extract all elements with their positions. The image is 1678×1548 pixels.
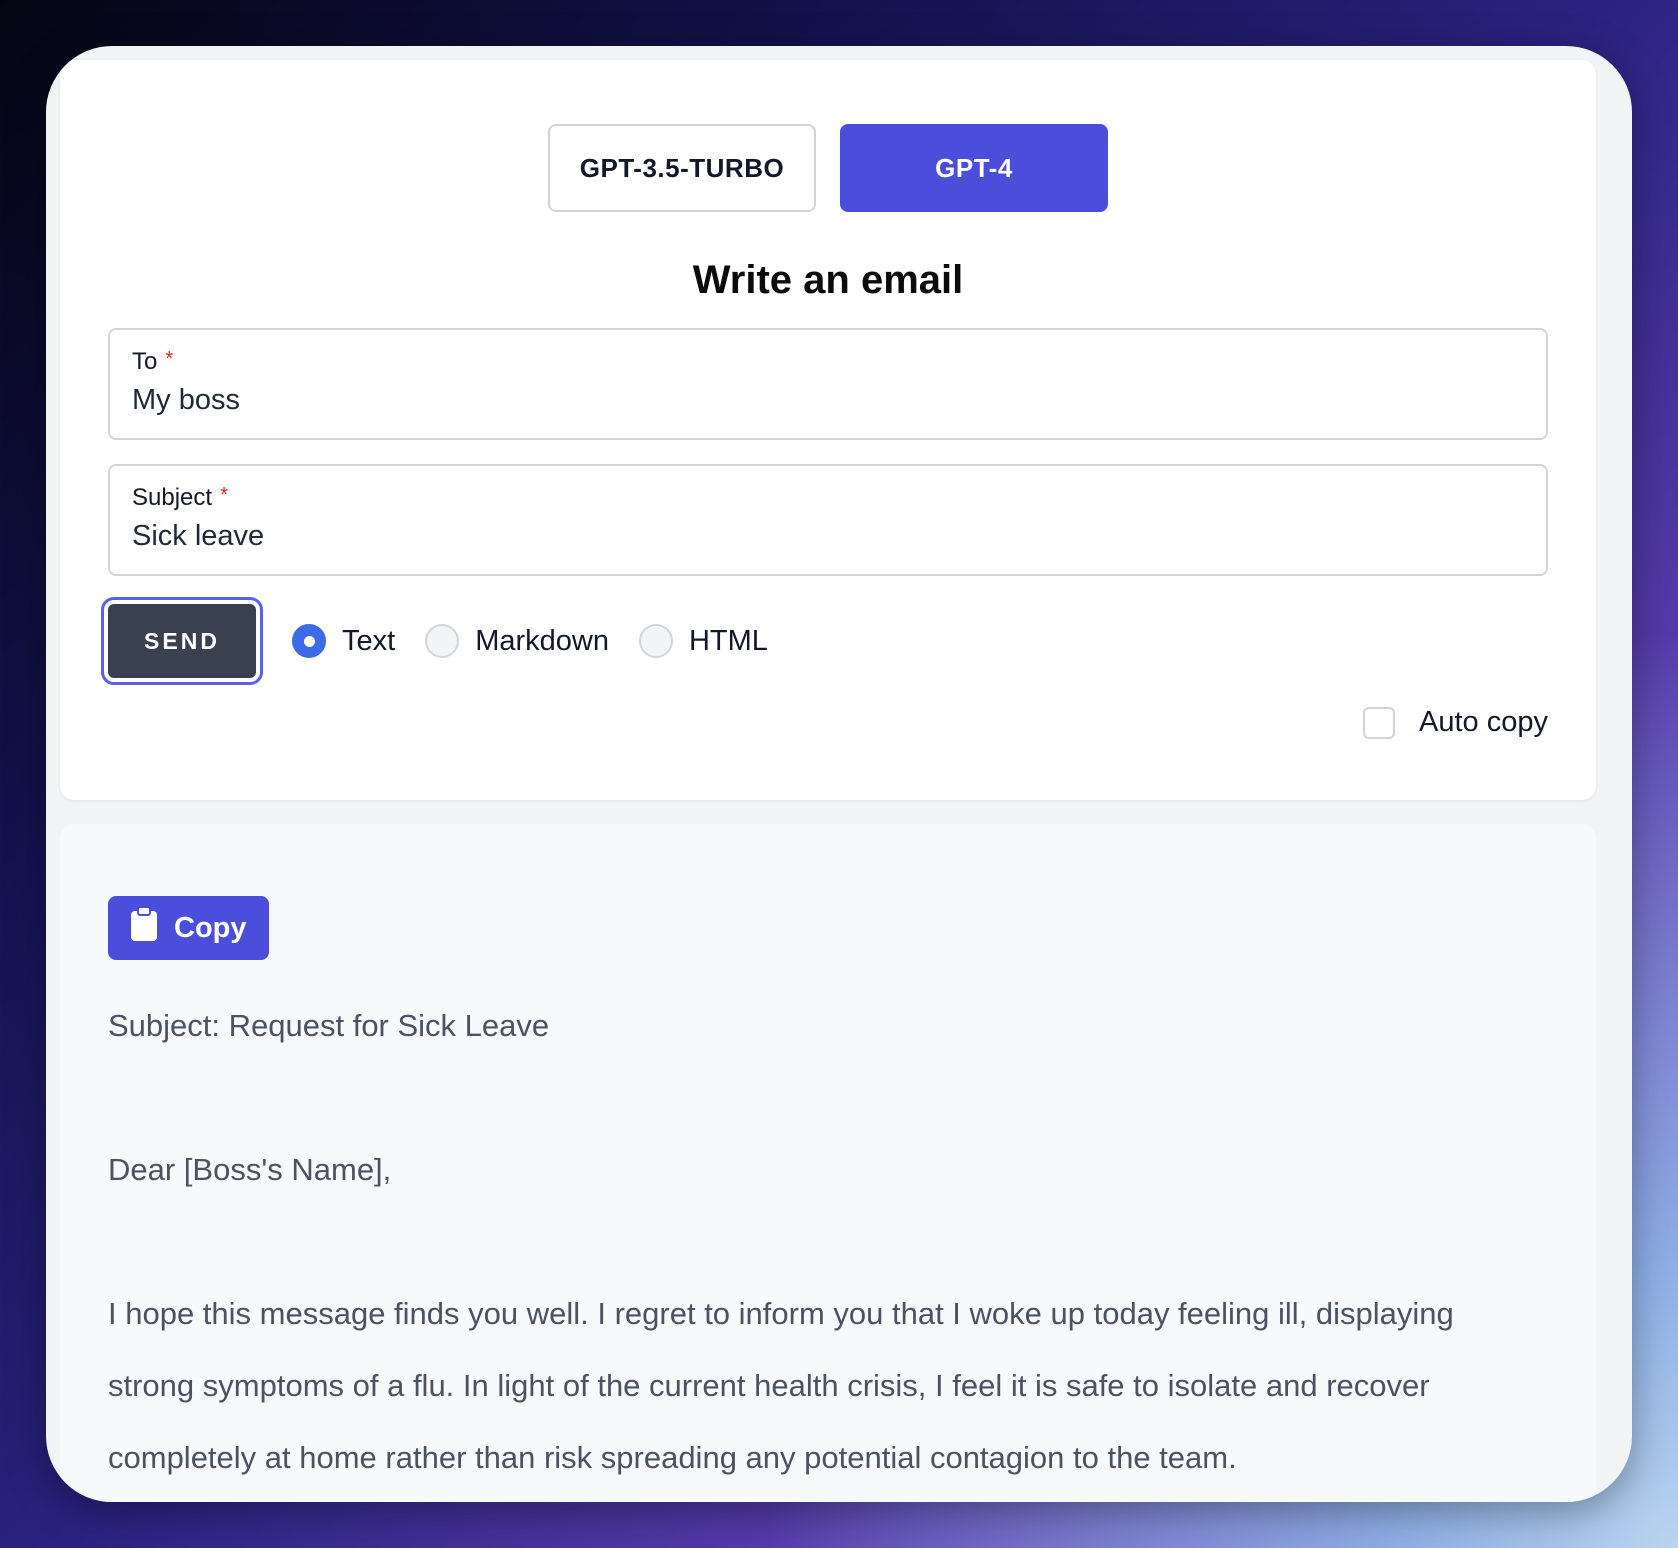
- output-card: Copy Subject: Request for Sick Leave Dea…: [60, 824, 1596, 1502]
- format-radio-group: Text Markdown HTML: [292, 624, 768, 658]
- auto-copy-toggle[interactable]: Auto copy: [1363, 706, 1548, 739]
- to-field-label-row: To *: [132, 348, 1524, 376]
- format-radio-label: Markdown: [475, 624, 609, 657]
- required-marker: *: [220, 484, 228, 506]
- clipboard-icon: [130, 906, 158, 950]
- format-radio-markdown[interactable]: Markdown: [425, 624, 609, 658]
- controls-row: SEND Text Markdown HTML: [101, 597, 768, 685]
- model-gpt35-button[interactable]: GPT-3.5-TURBO: [548, 124, 816, 212]
- auto-copy-checkbox[interactable]: [1363, 706, 1396, 739]
- radio-unchecked-icon[interactable]: [425, 624, 460, 658]
- email-paragraph: Dear [Boss's Name],: [108, 1152, 392, 1187]
- copy-button-label: Copy: [174, 911, 247, 944]
- subject-label: Subject: [132, 484, 213, 511]
- radio-checked-icon[interactable]: [292, 624, 326, 658]
- required-marker: *: [165, 348, 174, 370]
- to-field[interactable]: To *: [108, 328, 1548, 440]
- format-radio-label: Text: [342, 624, 396, 657]
- copy-button[interactable]: Copy: [108, 896, 269, 960]
- page-title: Write an email: [692, 258, 964, 302]
- auto-copy-label: Auto copy: [1419, 706, 1548, 738]
- subject-field-label-row: Subject *: [132, 484, 1524, 512]
- subject-field[interactable]: Subject *: [108, 464, 1548, 576]
- to-input[interactable]: [132, 384, 1524, 417]
- email-form-card: GPT-3.5-TURBO GPT-4 Write an email To * …: [60, 60, 1596, 800]
- format-radio-text[interactable]: Text: [292, 624, 395, 658]
- to-label: To: [132, 348, 158, 375]
- format-radio-html[interactable]: HTML: [638, 624, 768, 658]
- model-gpt4-button[interactable]: GPT-4: [840, 124, 1108, 212]
- email-paragraph: Subject: Request for Sick Leave: [108, 1008, 550, 1043]
- email-paragraph: I hope this message finds you well. I re…: [108, 1296, 1454, 1475]
- format-radio-label: HTML: [688, 624, 768, 657]
- radio-unchecked-icon[interactable]: [638, 624, 673, 658]
- subject-input[interactable]: [132, 520, 1524, 553]
- model-selector: GPT-3.5-TURBO GPT-4: [60, 124, 1596, 212]
- send-button[interactable]: SEND: [101, 597, 263, 685]
- app-window: GPT-3.5-TURBO GPT-4 Write an email To * …: [46, 46, 1632, 1502]
- generated-email: Subject: Request for Sick Leave Dear [Bo…: [108, 990, 1548, 1494]
